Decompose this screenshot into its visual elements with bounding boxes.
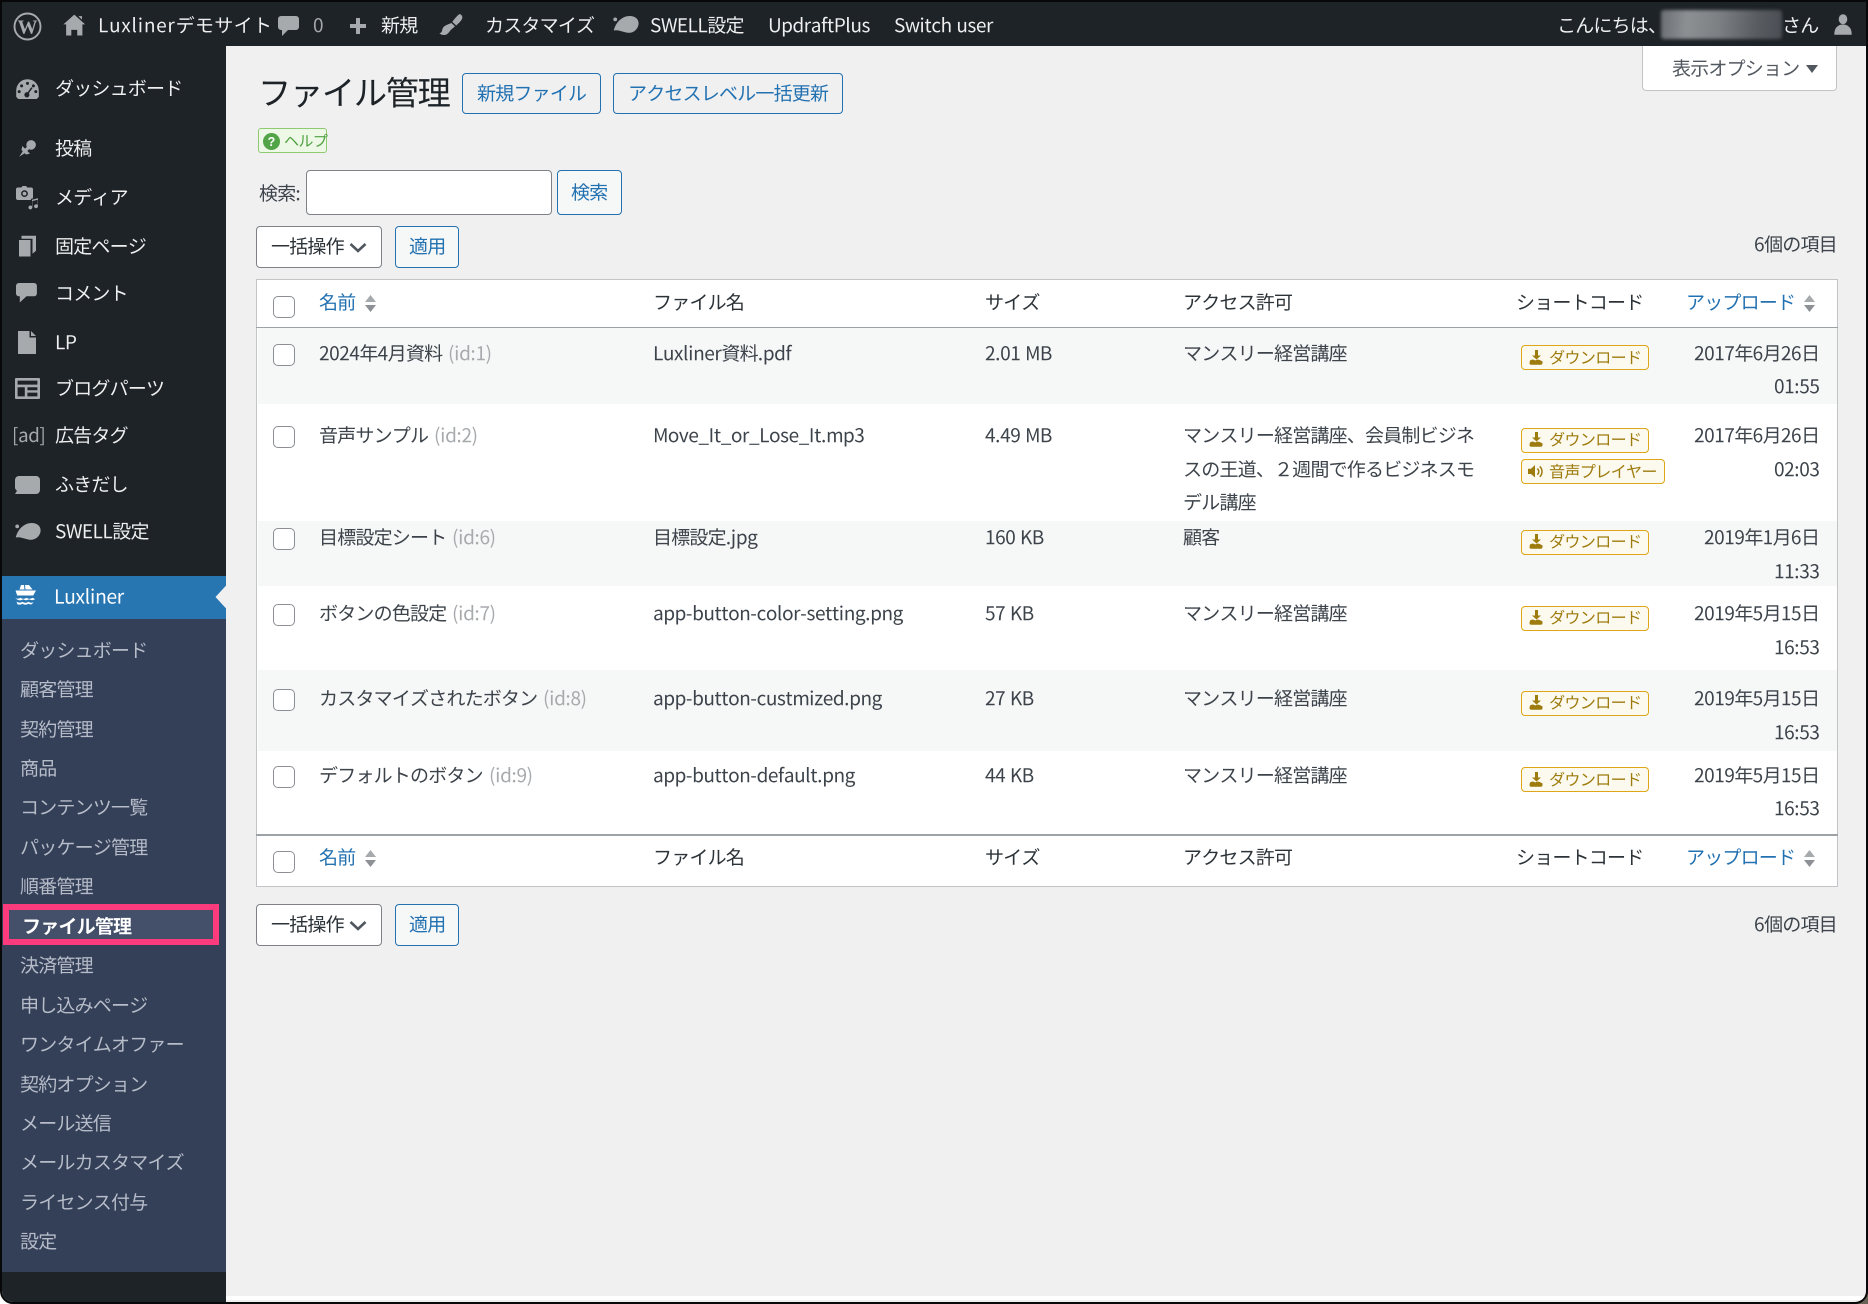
svg-text:?: ?	[268, 135, 276, 149]
